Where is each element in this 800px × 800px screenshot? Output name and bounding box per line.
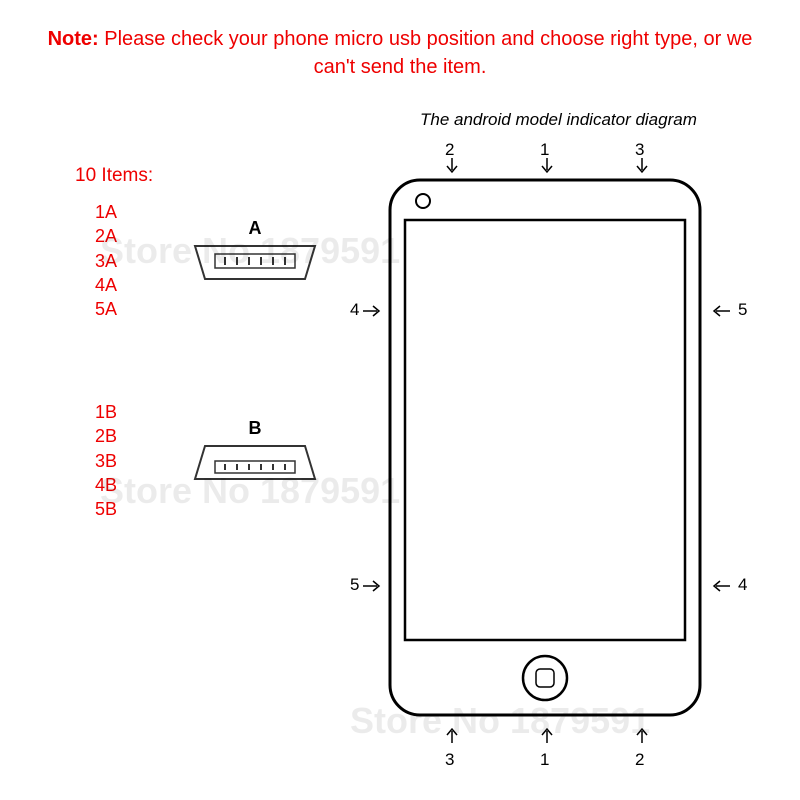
arrow-up-icon — [445, 725, 459, 743]
indicator-top-left: 2 — [445, 140, 454, 160]
indicator-top-right: 3 — [635, 140, 644, 160]
list-item: 3B — [95, 449, 117, 473]
arrow-right-icon — [363, 579, 383, 593]
connector-a: A — [185, 218, 325, 291]
arrow-down-icon — [635, 158, 649, 176]
indicator-bottom-center: 1 — [540, 750, 549, 770]
arrow-up-icon — [635, 725, 649, 743]
connector-a-label: A — [185, 218, 325, 239]
list-item: 2A — [95, 224, 117, 248]
list-item: 4A — [95, 273, 117, 297]
list-a: 1A 2A 3A 4A 5A — [95, 200, 117, 321]
indicator-top-center: 1 — [540, 140, 549, 160]
arrow-left-icon — [710, 304, 730, 318]
arrow-right-icon — [363, 304, 383, 318]
diagram-title: The android model indicator diagram — [420, 110, 697, 130]
indicator-bottom-right: 2 — [635, 750, 644, 770]
usb-connector-a-icon — [185, 241, 325, 286]
indicator-right-lower: 4 — [738, 575, 747, 595]
items-title: 10 Items: — [75, 165, 153, 187]
list-b: 1B 2B 3B 4B 5B — [95, 400, 117, 521]
indicator-right-upper: 5 — [738, 300, 747, 320]
note-label: Note: — [48, 28, 99, 50]
list-item: 4B — [95, 473, 117, 497]
list-item: 5A — [95, 297, 117, 321]
list-item: 2B — [95, 424, 117, 448]
phone-icon — [385, 175, 705, 720]
connector-b: B — [185, 418, 325, 491]
indicator-bottom-left: 3 — [445, 750, 454, 770]
indicator-left-upper: 4 — [350, 300, 359, 320]
arrow-down-icon — [445, 158, 459, 176]
arrow-left-icon — [710, 579, 730, 593]
indicator-left-lower: 5 — [350, 575, 359, 595]
list-item: 3A — [95, 249, 117, 273]
usb-connector-b-icon — [185, 441, 325, 486]
arrow-up-icon — [540, 725, 554, 743]
list-item: 1B — [95, 400, 117, 424]
list-item: 1A — [95, 200, 117, 224]
note-body: Please check your phone micro usb positi… — [99, 28, 753, 78]
phone-diagram — [385, 175, 705, 720]
note-text: Note: Please check your phone micro usb … — [40, 25, 760, 81]
arrow-down-icon — [540, 158, 554, 176]
connector-b-label: B — [185, 418, 325, 439]
list-item: 5B — [95, 497, 117, 521]
